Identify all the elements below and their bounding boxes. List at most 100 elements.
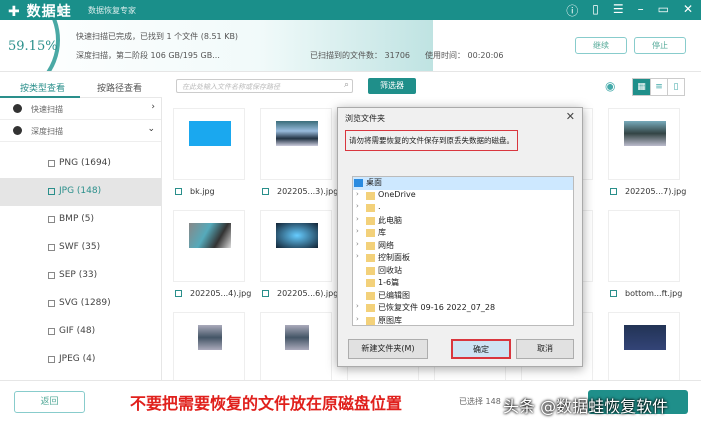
- folder-item[interactable]: › 控制面板: [353, 252, 573, 265]
- file-card[interactable]: [260, 108, 332, 180]
- dialog-close-icon[interactable]: ✕: [566, 110, 575, 123]
- folder-tree[interactable]: 桌面 › OneDrive ›. › 此电脑 › 库 › 网络 › 控制面板 回收站 1-6篇 已编辑图 › 已…: [352, 176, 574, 326]
- folder-item[interactable]: 桌面: [353, 177, 573, 190]
- file-type-item[interactable]: GIF (48): [0, 318, 161, 346]
- expand-arrow-icon[interactable]: ›: [356, 215, 359, 223]
- folder-name: OneDrive: [378, 189, 416, 199]
- folder-item[interactable]: 回收站: [353, 265, 573, 278]
- checkbox[interactable]: [610, 188, 617, 195]
- new-folder-button[interactable]: 新建文件夹(M): [348, 339, 428, 359]
- back-button[interactable]: 返回: [14, 391, 85, 413]
- folder-item[interactable]: › OneDrive: [353, 190, 573, 203]
- grid-view-icon[interactable]: ▦: [633, 79, 650, 95]
- file-type-item[interactable]: SVG (1289): [0, 290, 161, 318]
- file-type-label: JPEG (4): [59, 354, 96, 364]
- folder-item[interactable]: › 库: [353, 227, 573, 240]
- file-type-item[interactable]: PNG (1694): [0, 150, 161, 178]
- file-label[interactable]: 202205...7).jpg: [610, 187, 686, 196]
- tab-by-path[interactable]: 按路径查看: [97, 81, 142, 94]
- checkbox[interactable]: [48, 216, 55, 223]
- checkbox[interactable]: [48, 300, 55, 307]
- file-card[interactable]: [173, 210, 245, 282]
- expand-arrow-icon[interactable]: ›: [356, 190, 359, 198]
- elapsed-time: 使用时间： 00:20:06: [425, 50, 503, 61]
- folder-name: 1-6篇: [378, 278, 400, 287]
- search-input[interactable]: 在此处输入文件名称或保存路径 ⌕: [176, 79, 353, 93]
- file-name: bottom...ft.jpg: [625, 289, 683, 298]
- maximize-icon[interactable]: ▭: [658, 2, 669, 19]
- checkbox[interactable]: [175, 290, 182, 297]
- cancel-button[interactable]: 取消: [516, 339, 574, 359]
- folder-item[interactable]: › 已恢复文件 09-16 2022_07_28: [353, 302, 573, 315]
- checkbox[interactable]: [48, 272, 55, 279]
- file-type-item[interactable]: JPEG (4): [0, 346, 161, 374]
- folder-item[interactable]: ›.: [353, 202, 573, 215]
- file-card[interactable]: [260, 312, 332, 384]
- folder-name: 此电脑: [378, 215, 402, 225]
- checkbox[interactable]: [262, 290, 269, 297]
- file-type-item[interactable]: SEP (33): [0, 262, 161, 290]
- filter-button[interactable]: 筛选器: [368, 78, 416, 94]
- file-label[interactable]: 202205...4).jpg: [175, 289, 251, 298]
- folder-icon: [366, 304, 375, 312]
- search-icon[interactable]: ⌕: [344, 80, 349, 90]
- file-label[interactable]: bottom...ft.jpg: [610, 289, 682, 298]
- folder-item[interactable]: 1-6篇: [353, 277, 573, 290]
- expand-arrow-icon[interactable]: ›: [356, 240, 359, 248]
- file-name: bk.jpg: [190, 187, 215, 196]
- folder-item[interactable]: › 网络: [353, 240, 573, 253]
- minimize-icon[interactable]: –: [638, 2, 644, 19]
- file-type-item[interactable]: SWF (35): [0, 234, 161, 262]
- list-view-icon[interactable]: ≡: [650, 79, 667, 95]
- checkbox[interactable]: [175, 188, 182, 195]
- expand-arrow-icon[interactable]: ›: [356, 252, 359, 260]
- thumbnail: [276, 121, 318, 146]
- ok-button[interactable]: 确定: [451, 339, 511, 359]
- folder-item[interactable]: › 此电脑: [353, 215, 573, 228]
- file-label[interactable]: 202205...3).jpg: [262, 187, 338, 196]
- menu-icon[interactable]: ☰: [613, 2, 624, 19]
- close-icon[interactable]: ✕: [683, 2, 693, 19]
- file-card[interactable]: [173, 312, 245, 384]
- folder-icon: [366, 229, 375, 237]
- tab-by-type[interactable]: 按类型查看: [20, 81, 65, 94]
- warning-caption: 不要把需要恢复的文件放在原磁盘位置: [130, 394, 403, 413]
- help-icon[interactable]: ⓘ: [566, 2, 578, 19]
- progress-bar: [0, 20, 433, 71]
- time-label: 使用时间：: [425, 51, 465, 60]
- save-icon[interactable]: ▯: [592, 2, 599, 19]
- checkbox[interactable]: [48, 244, 55, 251]
- checkbox[interactable]: [610, 290, 617, 297]
- checkbox[interactable]: [262, 188, 269, 195]
- deep-scan-section[interactable]: 深度扫描 ⌄: [0, 120, 161, 142]
- file-card[interactable]: [260, 210, 332, 282]
- folder-item[interactable]: 已编辑图: [353, 290, 573, 303]
- folder-item[interactable]: › 原图库: [353, 315, 573, 326]
- checkbox[interactable]: [48, 188, 55, 195]
- file-card[interactable]: [608, 210, 680, 282]
- file-card[interactable]: [608, 108, 680, 180]
- file-type-item[interactable]: BMP (5): [0, 206, 161, 234]
- file-type-label: SWF (35): [59, 242, 101, 252]
- file-type-label: GIF (48): [59, 326, 96, 336]
- expand-arrow-icon[interactable]: ›: [356, 202, 359, 210]
- continue-button[interactable]: 继续: [575, 37, 627, 54]
- time-value: 00:20:06: [467, 51, 504, 60]
- checkbox[interactable]: [48, 328, 55, 335]
- detail-view-icon[interactable]: ▯: [667, 79, 684, 95]
- stop-button[interactable]: 停止: [634, 37, 686, 54]
- eye-icon[interactable]: ◉: [605, 79, 615, 93]
- app-logo: ✚ 数据蛙: [8, 4, 72, 20]
- checkbox[interactable]: [48, 356, 55, 363]
- thumbnail: [189, 223, 231, 248]
- file-type-item[interactable]: JPG (148): [0, 178, 161, 206]
- file-card[interactable]: [173, 108, 245, 180]
- checkbox[interactable]: [48, 160, 55, 167]
- file-label[interactable]: bk.jpg: [175, 187, 215, 196]
- expand-arrow-icon[interactable]: ›: [356, 227, 359, 235]
- expand-arrow-icon[interactable]: ›: [356, 315, 359, 323]
- quick-scan-section[interactable]: 快速扫描 ›: [0, 98, 161, 120]
- expand-arrow-icon[interactable]: ›: [356, 302, 359, 310]
- file-label[interactable]: 202205...6).jpg: [262, 289, 338, 298]
- file-card[interactable]: [608, 312, 680, 384]
